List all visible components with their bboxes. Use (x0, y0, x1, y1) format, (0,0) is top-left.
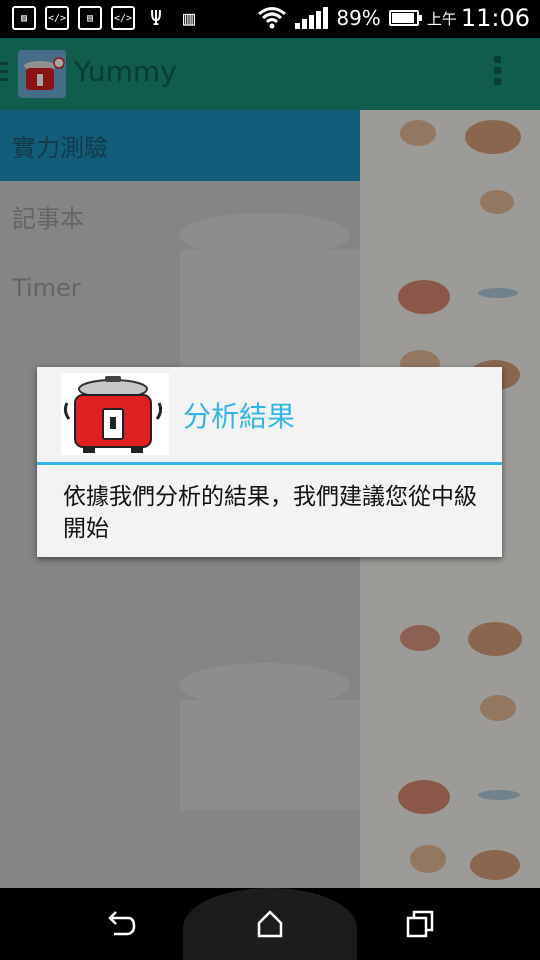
code-icon: </> (45, 6, 69, 30)
battery-percent: 89% (336, 6, 381, 30)
rice-cooker-icon (61, 373, 169, 455)
home-icon[interactable] (252, 906, 288, 942)
code-icon: </> (111, 6, 135, 30)
clock: 11:06 (460, 4, 530, 32)
dialog-title: 分析結果 (183, 400, 296, 433)
image-icon: ▨ (12, 6, 36, 30)
dialog-divider (37, 462, 502, 465)
wifi-icon (258, 7, 287, 29)
notification-icons: ▨ </> ▤ </> Ψ ▥ (12, 6, 201, 30)
picture-icon: ▤ (78, 6, 102, 30)
usb-icon: Ψ (149, 6, 163, 30)
recents-icon[interactable] (402, 906, 438, 942)
system-nav-bar (0, 888, 540, 960)
back-icon[interactable] (102, 906, 138, 942)
time-period: 上午 (426, 9, 457, 28)
system-icons: 89% 上午 11:06 (257, 4, 530, 32)
analysis-result-dialog: 分析結果 依據我們分析的結果，我們建議您從中級開始 (37, 367, 502, 557)
barcode-icon: ▥ (182, 6, 196, 30)
status-bar: ▨ </> ▤ </> Ψ ▥ 89% 上午 11:06 (0, 0, 540, 38)
battery-charging-icon (388, 10, 422, 26)
dialog-message: 依據我們分析的結果，我們建議您從中級開始 (63, 484, 477, 542)
signal-icon (295, 7, 329, 29)
